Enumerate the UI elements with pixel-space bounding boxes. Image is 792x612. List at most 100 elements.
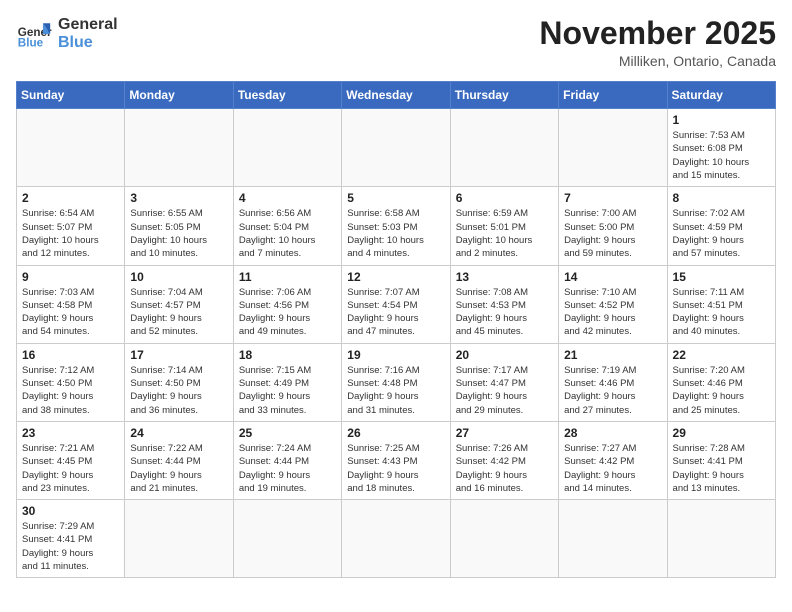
day-cell [559,109,667,187]
weekday-header-wednesday: Wednesday [342,82,450,109]
day-number: 7 [564,191,661,205]
day-cell: 28 Sunrise: 7:27 AM Sunset: 4:42 PM Dayli… [559,421,667,499]
day-number: 2 [22,191,119,205]
day-number: 27 [456,426,553,440]
day-cell: 26 Sunrise: 7:25 AM Sunset: 4:43 PM Dayli… [342,421,450,499]
weekday-header-sunday: Sunday [17,82,125,109]
day-number: 16 [22,348,119,362]
day-number: 28 [564,426,661,440]
day-info: Sunrise: 7:20 AM Sunset: 4:46 PM Dayligh… [673,364,770,417]
day-cell: 17 Sunrise: 7:14 AM Sunset: 4:50 PM Dayli… [125,343,233,421]
week-row-2: 2 Sunrise: 6:54 AM Sunset: 5:07 PM Daylig… [17,187,776,265]
week-row-5: 23Sunrise: 7:21 AM Sunset: 4:45 PM Dayli… [17,421,776,499]
day-info: Sunrise: 7:28 AM Sunset: 4:41 PM Dayligh… [673,442,770,495]
day-info: Sunrise: 7:03 AM Sunset: 4:58 PM Dayligh… [22,286,119,339]
day-cell [342,109,450,187]
day-cell: 18 Sunrise: 7:15 AM Sunset: 4:49 PM Dayli… [233,343,341,421]
day-number: 11 [239,270,336,284]
week-row-1: 1 Sunrise: 7:53 AM Sunset: 6:08 PM Daylig… [17,109,776,187]
weekday-header-friday: Friday [559,82,667,109]
day-info: Sunrise: 7:11 AM Sunset: 4:51 PM Dayligh… [673,286,770,339]
day-cell: 11 Sunrise: 7:06 AM Sunset: 4:56 PM Dayli… [233,265,341,343]
day-cell [17,109,125,187]
day-number: 24 [130,426,227,440]
week-row-3: 9 Sunrise: 7:03 AM Sunset: 4:58 PM Daylig… [17,265,776,343]
day-number: 6 [456,191,553,205]
day-number: 9 [22,270,119,284]
day-number: 15 [673,270,770,284]
day-cell: 6 Sunrise: 6:59 AM Sunset: 5:01 PM Daylig… [450,187,558,265]
weekday-header-tuesday: Tuesday [233,82,341,109]
day-number: 17 [130,348,227,362]
day-number: 3 [130,191,227,205]
day-cell: 3 Sunrise: 6:55 AM Sunset: 5:05 PM Daylig… [125,187,233,265]
day-number: 14 [564,270,661,284]
week-row-4: 16 Sunrise: 7:12 AM Sunset: 4:50 PM Dayli… [17,343,776,421]
day-cell: 7Sunrise: 7:00 AM Sunset: 5:00 PM Daylig… [559,187,667,265]
day-cell: 20Sunrise: 7:17 AM Sunset: 4:47 PM Dayli… [450,343,558,421]
logo-general-text: General [58,16,118,34]
day-info: Sunrise: 6:54 AM Sunset: 5:07 PM Dayligh… [22,207,119,260]
day-info: Sunrise: 7:08 AM Sunset: 4:53 PM Dayligh… [456,286,553,339]
logo-icon: General Blue [16,16,52,52]
day-cell [667,500,775,578]
day-info: Sunrise: 7:12 AM Sunset: 4:50 PM Dayligh… [22,364,119,417]
logo: General Blue General Blue [16,16,118,53]
day-number: 19 [347,348,444,362]
day-info: Sunrise: 7:14 AM Sunset: 4:50 PM Dayligh… [130,364,227,417]
day-info: Sunrise: 7:53 AM Sunset: 6:08 PM Dayligh… [673,129,770,182]
day-cell: 13 Sunrise: 7:08 AM Sunset: 4:53 PM Dayli… [450,265,558,343]
weekday-header-monday: Monday [125,82,233,109]
day-info: Sunrise: 7:25 AM Sunset: 4:43 PM Dayligh… [347,442,444,495]
day-cell [125,500,233,578]
day-number: 18 [239,348,336,362]
day-info: Sunrise: 6:58 AM Sunset: 5:03 PM Dayligh… [347,207,444,260]
day-cell: 10Sunrise: 7:04 AM Sunset: 4:57 PM Dayli… [125,265,233,343]
day-cell [559,500,667,578]
day-info: Sunrise: 6:55 AM Sunset: 5:05 PM Dayligh… [130,207,227,260]
day-cell: 27 Sunrise: 7:26 AM Sunset: 4:42 PM Dayli… [450,421,558,499]
weekday-header-thursday: Thursday [450,82,558,109]
day-cell: 19 Sunrise: 7:16 AM Sunset: 4:48 PM Dayli… [342,343,450,421]
day-number: 13 [456,270,553,284]
month-title: November 2025 [539,16,776,51]
day-cell: 22 Sunrise: 7:20 AM Sunset: 4:46 PM Dayli… [667,343,775,421]
day-info: Sunrise: 7:04 AM Sunset: 4:57 PM Dayligh… [130,286,227,339]
day-info: Sunrise: 7:29 AM Sunset: 4:41 PM Dayligh… [22,520,119,573]
day-number: 4 [239,191,336,205]
day-info: Sunrise: 7:17 AM Sunset: 4:47 PM Dayligh… [456,364,553,417]
day-cell [450,109,558,187]
day-info: Sunrise: 7:24 AM Sunset: 4:44 PM Dayligh… [239,442,336,495]
svg-text:Blue: Blue [18,37,44,50]
day-cell: 21Sunrise: 7:19 AM Sunset: 4:46 PM Dayli… [559,343,667,421]
day-info: Sunrise: 6:56 AM Sunset: 5:04 PM Dayligh… [239,207,336,260]
day-cell: 25Sunrise: 7:24 AM Sunset: 4:44 PM Dayli… [233,421,341,499]
day-info: Sunrise: 7:27 AM Sunset: 4:42 PM Dayligh… [564,442,661,495]
day-cell: 1 Sunrise: 7:53 AM Sunset: 6:08 PM Daylig… [667,109,775,187]
day-number: 5 [347,191,444,205]
day-number: 26 [347,426,444,440]
day-number: 1 [673,113,770,127]
logo-blue-text: Blue [58,34,118,52]
day-info: Sunrise: 7:16 AM Sunset: 4:48 PM Dayligh… [347,364,444,417]
day-cell: 14Sunrise: 7:10 AM Sunset: 4:52 PM Dayli… [559,265,667,343]
day-cell: 8Sunrise: 7:02 AM Sunset: 4:59 PM Daylig… [667,187,775,265]
day-info: Sunrise: 7:21 AM Sunset: 4:45 PM Dayligh… [22,442,119,495]
day-number: 21 [564,348,661,362]
day-number: 22 [673,348,770,362]
day-cell: 29Sunrise: 7:28 AM Sunset: 4:41 PM Dayli… [667,421,775,499]
day-number: 12 [347,270,444,284]
day-cell: 30Sunrise: 7:29 AM Sunset: 4:41 PM Dayli… [17,500,125,578]
day-info: Sunrise: 7:15 AM Sunset: 4:49 PM Dayligh… [239,364,336,417]
day-info: Sunrise: 7:26 AM Sunset: 4:42 PM Dayligh… [456,442,553,495]
day-cell [450,500,558,578]
day-cell: 15 Sunrise: 7:11 AM Sunset: 4:51 PM Dayli… [667,265,775,343]
day-cell [233,500,341,578]
day-cell [125,109,233,187]
day-info: Sunrise: 7:06 AM Sunset: 4:56 PM Dayligh… [239,286,336,339]
day-info: Sunrise: 7:02 AM Sunset: 4:59 PM Dayligh… [673,207,770,260]
week-row-6: 30Sunrise: 7:29 AM Sunset: 4:41 PM Dayli… [17,500,776,578]
day-info: Sunrise: 6:59 AM Sunset: 5:01 PM Dayligh… [456,207,553,260]
day-info: Sunrise: 7:22 AM Sunset: 4:44 PM Dayligh… [130,442,227,495]
day-cell: 16 Sunrise: 7:12 AM Sunset: 4:50 PM Dayli… [17,343,125,421]
